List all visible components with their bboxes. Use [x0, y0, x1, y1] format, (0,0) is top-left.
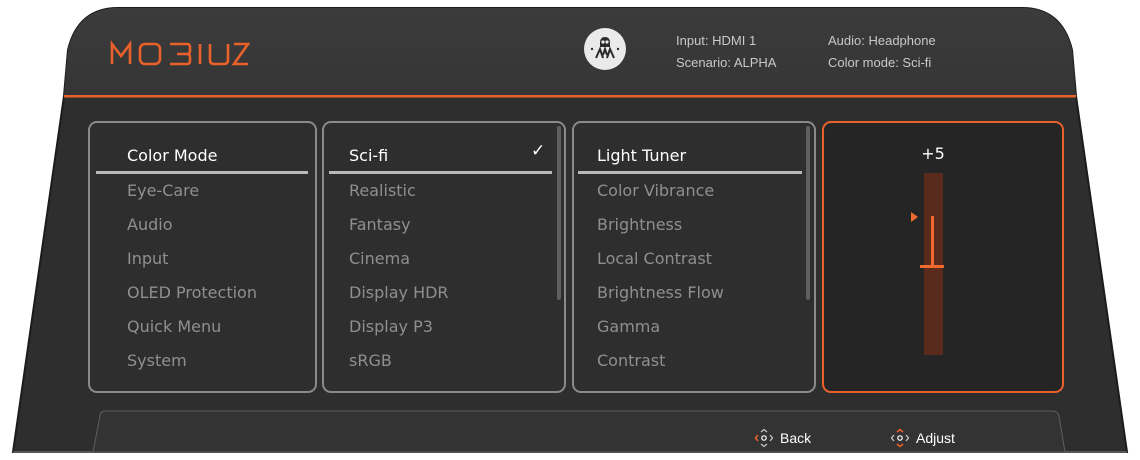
option-display-hdr[interactable]: Display HDR [349, 283, 449, 302]
adjust-value: +5 [921, 144, 945, 163]
adjust-hint-label: Adjust [916, 430, 955, 446]
main-menu-selection-underline [96, 171, 308, 174]
option-cinema[interactable]: Cinema [349, 249, 410, 268]
setting-brightness[interactable]: Brightness [597, 215, 682, 234]
option-display-p3[interactable]: Display P3 [349, 317, 433, 336]
menu-item-quick-menu[interactable]: Quick Menu [127, 317, 221, 336]
menu-item-color-mode[interactable]: Color Mode [127, 146, 217, 165]
scenario-alien-icon [584, 28, 626, 70]
setting-local-contrast[interactable]: Local Contrast [597, 249, 712, 268]
check-icon: ✓ [531, 141, 546, 161]
menu-item-input[interactable]: Input [127, 249, 168, 268]
slider-handle[interactable] [920, 265, 944, 268]
color-mode-selection-underline [329, 171, 552, 174]
setting-color-vibrance[interactable]: Color Vibrance [597, 181, 714, 200]
setting-gamma[interactable]: Gamma [597, 317, 660, 336]
input-status: Input: HDMI 1 [676, 33, 757, 48]
slider-marker-icon [911, 212, 918, 222]
setting-light-tuner[interactable]: Light Tuner [597, 146, 686, 165]
menu-item-oled-protection[interactable]: OLED Protection [127, 283, 257, 302]
joystick-adjust-icon [890, 428, 910, 448]
setting-contrast[interactable]: Contrast [597, 351, 665, 370]
color-mode-scrollbar[interactable] [557, 126, 561, 300]
scenario-status: Scenario: ALPHA [676, 55, 777, 70]
mobiuz-logo [110, 40, 250, 66]
back-hint-label: Back [780, 430, 812, 446]
setting-brightness-flow[interactable]: Brightness Flow [597, 283, 724, 302]
option-fantasy[interactable]: Fantasy [349, 215, 411, 234]
settings-selection-underline [578, 171, 802, 174]
slider-fill [931, 216, 934, 266]
option-srgb[interactable]: sRGB [349, 351, 392, 370]
audio-status: Audio: Headphone [828, 33, 936, 48]
settings-scrollbar[interactable] [806, 126, 810, 300]
menu-item-eye-care[interactable]: Eye-Care [127, 181, 199, 200]
menu-item-audio[interactable]: Audio [127, 215, 172, 234]
option-sci-fi[interactable]: Sci-fi [349, 146, 388, 165]
color-mode-status: Color mode: Sci-fi [828, 55, 932, 70]
menu-item-system[interactable]: System [127, 351, 187, 370]
joystick-back-icon [754, 428, 774, 448]
option-realistic[interactable]: Realistic [349, 181, 416, 200]
